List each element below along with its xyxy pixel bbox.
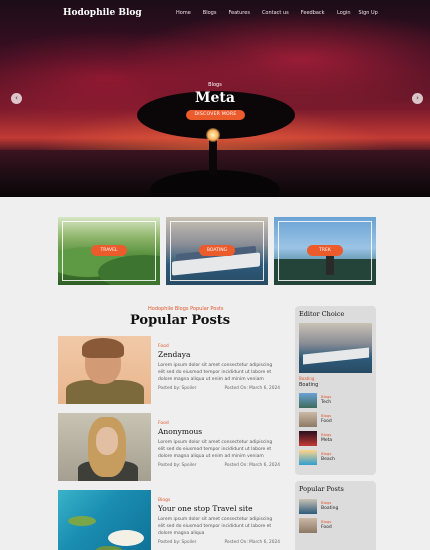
mini-post[interactable]: Blogs Meta <box>299 431 372 448</box>
post-card[interactable]: Food Anonymous Lorem ipsum dolor sit ame… <box>58 413 280 481</box>
mini-title[interactable]: Food <box>321 525 332 530</box>
island-shape <box>96 546 122 550</box>
popular-posts-panel: Popular Posts Blogs Boating Blogs Food <box>295 481 376 550</box>
post-meta: Posted by: Spoiler Posted On: March 6, 2… <box>158 386 280 391</box>
category-card-travel[interactable]: TRAVEL <box>58 217 160 285</box>
nav-features[interactable]: Features <box>228 10 250 16</box>
mini-title[interactable]: Food <box>321 419 332 424</box>
post-title[interactable]: Zendaya <box>158 350 280 359</box>
mini-post[interactable]: Blogs Beach <box>299 450 372 467</box>
login-link[interactable]: Login <box>337 10 351 16</box>
post-title[interactable]: Your one stop Travel site <box>158 504 280 513</box>
nav-home[interactable]: Home <box>176 10 191 16</box>
mini-post[interactable]: Blogs Tech <box>299 393 372 410</box>
mini-post[interactable]: Blogs Food <box>299 412 372 429</box>
post-excerpt: Lorem ipsum dolor sit amet consectetur a… <box>158 440 273 459</box>
hero-banner: Hodophile Blog Home Blogs Features Conta… <box>0 0 430 197</box>
chevron-left-icon[interactable]: ‹ <box>11 93 22 104</box>
mini-category: Blogs <box>321 451 332 456</box>
discover-more-button[interactable]: DISCOVER MORE <box>186 110 245 120</box>
nav-contact[interactable]: Contact us <box>262 10 289 16</box>
chevron-right-icon[interactable]: › <box>412 93 423 104</box>
main-nav: Home Blogs Features Contact us Feedback <box>176 10 337 16</box>
post-date: Posted On: March 6, 2024 <box>224 463 280 468</box>
post-thumbnail[interactable] <box>58 336 151 404</box>
mini-post[interactable]: Blogs Food <box>299 518 372 535</box>
mini-category: Blogs <box>321 500 332 505</box>
island-shape <box>68 516 96 526</box>
nav-feedback[interactable]: Feedback <box>301 10 325 16</box>
nav-blogs[interactable]: Blogs <box>203 10 217 16</box>
panel-title: Popular Posts <box>299 485 344 493</box>
post-body: Food Anonymous Lorem ipsum dolor sit ame… <box>158 413 280 468</box>
category-pill[interactable]: TRAVEL <box>91 245 127 256</box>
post-excerpt: Lorem ipsum dolor sit amet consectetur a… <box>158 517 273 536</box>
post-thumbnail[interactable] <box>58 413 151 481</box>
post-title[interactable]: Anonymous <box>158 427 280 436</box>
hero-sun <box>206 128 220 142</box>
category-card-trek[interactable]: TREK <box>274 217 376 285</box>
section-kicker: Hodophile Blogs Popular Posts <box>148 306 224 312</box>
post-author: Posted by: Spoiler <box>158 540 197 545</box>
mini-category: Blogs <box>321 394 332 399</box>
post-category[interactable]: Food <box>158 344 280 349</box>
post-date: Posted On: March 6, 2024 <box>224 540 280 545</box>
figure-shape <box>96 427 118 455</box>
featured-thumbnail[interactable] <box>299 323 372 373</box>
post-thumbnail[interactable] <box>58 490 151 550</box>
hero-title: Meta <box>195 90 235 106</box>
category-pill[interactable]: BOATING <box>199 245 235 256</box>
mini-category: Blogs <box>321 519 332 524</box>
category-pill[interactable]: TREK <box>307 245 343 256</box>
category-card-boating[interactable]: BOATING <box>166 217 268 285</box>
mini-thumbnail[interactable] <box>299 431 317 446</box>
featured-title[interactable]: Boating <box>299 382 318 388</box>
post-meta: Posted by: Spoiler Posted On: March 6, 2… <box>158 463 280 468</box>
mini-thumbnail[interactable] <box>299 450 317 465</box>
mini-post[interactable]: Blogs Boating <box>299 499 372 516</box>
mini-title[interactable]: Tech <box>321 400 331 405</box>
mini-title[interactable]: Meta <box>321 438 332 443</box>
post-excerpt: Lorem ipsum dolor sit amet consectetur a… <box>158 363 273 382</box>
mini-category: Blogs <box>321 413 332 418</box>
mini-title[interactable]: Beach <box>321 457 335 462</box>
post-card[interactable]: Food Zendaya Lorem ipsum dolor sit amet … <box>58 336 280 404</box>
post-meta: Posted by: Spoiler Posted On: March 6, 2… <box>158 540 280 545</box>
section-title: Popular Posts <box>130 313 231 328</box>
editor-choice-panel: Editor Choice Boating Boating Blogs Tech… <box>295 306 376 475</box>
boat-shape <box>303 347 369 365</box>
mini-thumbnail[interactable] <box>299 412 317 427</box>
island-shape <box>108 530 144 546</box>
figure-shape <box>82 338 124 358</box>
post-body: Food Zendaya Lorem ipsum dolor sit amet … <box>158 336 280 391</box>
mini-title[interactable]: Boating <box>321 506 338 511</box>
site-logo[interactable]: Hodophile Blog <box>63 8 142 18</box>
post-author: Posted by: Spoiler <box>158 463 197 468</box>
mini-thumbnail[interactable] <box>299 518 317 533</box>
post-author: Posted by: Spoiler <box>158 386 197 391</box>
post-date: Posted On: March 6, 2024 <box>224 386 280 391</box>
post-card[interactable]: Blogs Your one stop Travel site Lorem ip… <box>58 490 280 550</box>
featured-category[interactable]: Boating <box>299 376 314 381</box>
auth-links: Login Sign Up <box>337 10 386 16</box>
mini-category: Blogs <box>321 432 332 437</box>
mini-thumbnail[interactable] <box>299 393 317 408</box>
post-category[interactable]: Blogs <box>158 498 280 503</box>
hero-category: Blogs <box>208 82 222 88</box>
panel-title: Editor Choice <box>299 310 345 318</box>
post-category[interactable]: Food <box>158 421 280 426</box>
post-body: Blogs Your one stop Travel site Lorem ip… <box>158 490 280 545</box>
mini-thumbnail[interactable] <box>299 499 317 514</box>
signup-link[interactable]: Sign Up <box>359 10 378 16</box>
